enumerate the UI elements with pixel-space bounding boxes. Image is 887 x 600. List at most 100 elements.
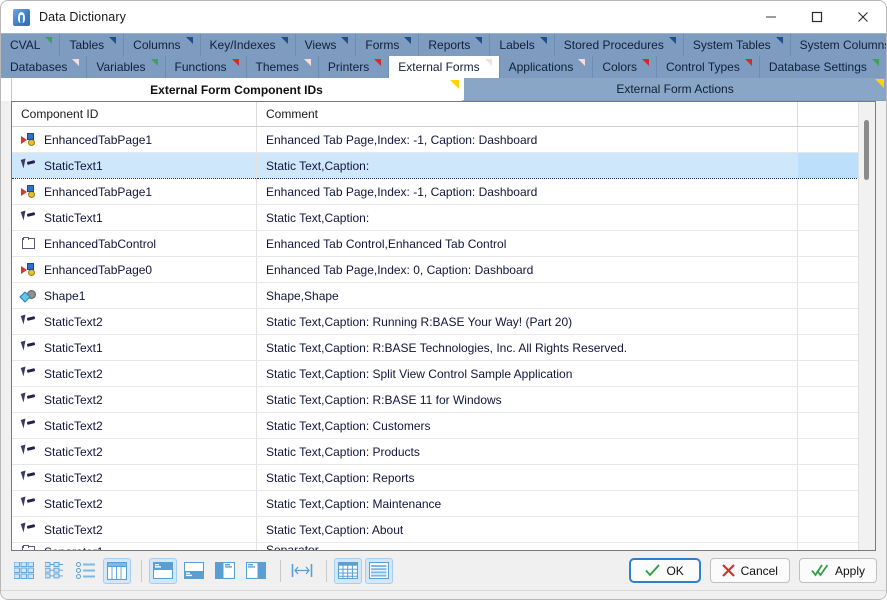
table-row[interactable]: StaticText2 Static Text,Caption: Products [12, 438, 875, 465]
fit-width-button[interactable] [288, 558, 316, 584]
grid-lines-button[interactable] [334, 557, 362, 584]
table-row[interactable]: StaticText2 Static Text,Caption: Maintena… [12, 490, 875, 517]
tab-variables[interactable]: Variables [87, 56, 166, 78]
tab-tables[interactable]: Tables [60, 34, 125, 56]
cell-component-id[interactable]: EnhancedTabPage1 [12, 126, 257, 153]
tab-cval[interactable]: CVAL [1, 34, 61, 56]
tab-databases[interactable]: Databases [1, 56, 88, 78]
cell-comment[interactable]: Shape,Shape [256, 282, 798, 309]
list-view-button[interactable] [72, 558, 100, 584]
table-row[interactable]: StaticText2 Static Text,Caption: Customer… [12, 412, 875, 439]
cell-component-id[interactable]: EnhancedTabPage0 [12, 256, 257, 283]
table-row[interactable]: EnhancedTabPage1 Enhanced Tab Page,Index:… [12, 126, 875, 153]
cell-component-id[interactable]: StaticText2 [12, 464, 257, 491]
table-row[interactable]: StaticText2 Static Text,Caption: About [12, 516, 875, 543]
component-id-label: EnhancedTabPage1 [44, 132, 153, 147]
cell-comment[interactable]: Static Text,Caption: Split View Control … [256, 360, 798, 387]
cell-component-id[interactable]: StaticText2 [12, 412, 257, 439]
tab-applications[interactable]: Applications [499, 56, 594, 78]
cell-comment[interactable]: Separator [256, 542, 798, 551]
cell-comment[interactable]: Static Text,Caption: Customers [256, 412, 798, 439]
cell-component-id[interactable]: EnhancedTabControl [12, 230, 257, 257]
tab-functions[interactable]: Functions [165, 56, 247, 78]
cell-comment[interactable]: Enhanced Tab Control,Enhanced Tab Contro… [256, 230, 798, 257]
ok-button[interactable]: OK [628, 558, 701, 584]
sub-tab-external-form-actions[interactable]: External Form Actions [461, 78, 886, 101]
column-header-comment[interactable]: Comment [256, 102, 798, 127]
tab-printers[interactable]: Printers [318, 56, 390, 78]
cell-comment[interactable]: Static Text,Caption: R:BASE Technologies… [256, 334, 798, 361]
tab-stored-procedures[interactable]: Stored Procedures [554, 34, 684, 56]
row-lines-button[interactable] [365, 557, 393, 584]
cell-comment[interactable]: Static Text,Caption: R:BASE 11 for Windo… [256, 386, 798, 413]
table-row[interactable]: StaticText2 Static Text,Caption: Split Vi… [12, 360, 875, 387]
scrollbar-thumb[interactable] [864, 120, 869, 180]
tab-system-columns[interactable]: System Columns [790, 34, 886, 56]
column-header-component-id[interactable]: Component ID [12, 102, 257, 127]
cancel-button[interactable]: Cancel [709, 558, 790, 584]
cell-comment[interactable]: Enhanced Tab Page,Index: -1, Caption: Da… [256, 178, 798, 205]
cell-comment[interactable]: Static Text,Caption: Running R:BASE Your… [256, 308, 798, 335]
cell-component-id[interactable]: StaticText2 [12, 308, 257, 335]
tab-views[interactable]: Views [295, 34, 357, 56]
table-row[interactable]: Separator1 Separator [12, 542, 875, 551]
table-row[interactable]: StaticText2 Static Text,Caption: R:BASE 1… [12, 386, 875, 413]
apply-button[interactable]: Apply [798, 558, 877, 584]
tab-database-settings[interactable]: Database Settings [759, 56, 886, 78]
cell-component-id[interactable]: StaticText2 [12, 516, 257, 543]
tab-control-types[interactable]: Control Types [657, 56, 760, 78]
cell-comment[interactable]: Static Text,Caption: Maintenance [256, 490, 798, 517]
tab-forms[interactable]: Forms [356, 34, 420, 56]
cell-comment[interactable]: Static Text,Caption: [256, 152, 798, 179]
tree-view-button[interactable] [41, 558, 69, 584]
sub-tab-external-form-component-ids[interactable]: External Form Component IDs [11, 78, 461, 101]
cell-component-id[interactable]: Separator1 [12, 542, 257, 551]
layout-top-button[interactable] [149, 557, 177, 584]
cell-component-id[interactable]: StaticText1 [12, 334, 257, 361]
vertical-scrollbar[interactable] [858, 102, 875, 551]
cell-component-id[interactable]: StaticText2 [12, 438, 257, 465]
table-row[interactable]: EnhancedTabPage1 Enhanced Tab Page,Index:… [12, 178, 875, 205]
close-icon[interactable] [840, 1, 886, 33]
data-dictionary-window: Data Dictionary CVAL Tables Columns Key/Ind… [0, 0, 887, 600]
cell-comment[interactable]: Enhanced Tab Page,Index: -1, Caption: Da… [256, 126, 798, 153]
cell-component-id[interactable]: Shape1 [12, 282, 257, 309]
tab-colors[interactable]: Colors [593, 56, 658, 78]
cell-component-id[interactable]: StaticText2 [12, 386, 257, 413]
table-row[interactable]: Shape1 Shape,Shape [12, 282, 875, 309]
table-row[interactable]: StaticText2 Static Text,Caption: Running … [12, 308, 875, 335]
tab-reports[interactable]: Reports [419, 34, 491, 56]
cell-comment[interactable]: Enhanced Tab Page,Index: 0, Caption: Das… [256, 256, 798, 283]
table-row[interactable]: EnhancedTabPage0 Enhanced Tab Page,Index:… [12, 256, 875, 283]
cell-component-id[interactable]: StaticText2 [12, 360, 257, 387]
cell-comment[interactable]: Static Text,Caption: [256, 204, 798, 231]
layout-right-button[interactable] [242, 558, 270, 584]
tab-external-forms[interactable]: External Forms [389, 56, 500, 78]
tab-labels[interactable]: Labels [490, 34, 555, 56]
table-row[interactable]: StaticText2 Static Text,Caption: Reports [12, 464, 875, 491]
layout-bottom-button[interactable] [180, 558, 208, 584]
minimize-icon[interactable] [748, 1, 794, 33]
table-row[interactable]: StaticText1 Static Text,Caption: [12, 152, 875, 179]
tab-key-indexes[interactable]: Key/Indexes [200, 34, 296, 56]
layout-left-button[interactable] [211, 558, 239, 584]
tab-themes[interactable]: Themes [246, 56, 319, 78]
cell-component-id[interactable]: EnhancedTabPage1 [12, 178, 257, 205]
maximize-icon[interactable] [794, 1, 840, 33]
cell-component-id[interactable]: StaticText1 [12, 204, 257, 231]
cell-component-id[interactable]: StaticText2 [12, 490, 257, 517]
cell-comment[interactable]: Static Text,Caption: About [256, 516, 798, 543]
tab-columns[interactable]: Columns [124, 34, 201, 56]
cell-component-id[interactable]: StaticText1 [12, 152, 257, 179]
cell-comment[interactable]: Static Text,Caption: Reports [256, 464, 798, 491]
table-view-button[interactable] [103, 557, 131, 584]
table-row[interactable]: StaticText1 Static Text,Caption: [12, 204, 875, 231]
table-row[interactable]: StaticText1 Static Text,Caption: R:BASE T… [12, 334, 875, 361]
thumbnails-view-button[interactable] [10, 558, 38, 584]
tab-strip-primary[interactable]: CVAL Tables Columns Key/Indexes Views Forms Re… [1, 33, 886, 56]
sub-tab-strip[interactable]: External Form Component IDs External Form… [1, 78, 886, 101]
table-row[interactable]: EnhancedTabControl Enhanced Tab Control,E… [12, 230, 875, 257]
tab-strip-secondary[interactable]: Databases Variables Functions Themes Printer… [1, 56, 886, 78]
cell-comment[interactable]: Static Text,Caption: Products [256, 438, 798, 465]
tab-system-tables[interactable]: System Tables [683, 34, 791, 56]
